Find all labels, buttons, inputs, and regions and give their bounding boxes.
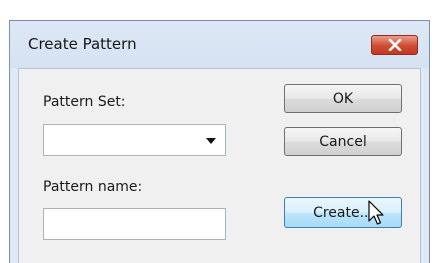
ok-button-label: OK [332, 90, 354, 107]
close-button[interactable] [371, 35, 418, 55]
mouse-pointer-icon [368, 200, 384, 225]
ok-button[interactable]: OK [284, 84, 402, 113]
create-button-label: Create... [313, 204, 373, 221]
pattern-name-label: Pattern name: [43, 179, 143, 195]
pattern-set-dropdown[interactable] [43, 124, 226, 156]
pattern-set-label: Pattern Set: [43, 94, 126, 110]
cancel-button-label: Cancel [319, 133, 367, 150]
pattern-name-input[interactable] [43, 208, 226, 240]
chevron-down-icon [206, 138, 216, 144]
cancel-button[interactable]: Cancel [284, 127, 402, 156]
create-button[interactable]: Create... [284, 197, 402, 228]
title-bar[interactable]: Create Pattern [10, 21, 429, 68]
close-icon [388, 39, 401, 51]
dialog-title: Create Pattern [28, 35, 137, 53]
